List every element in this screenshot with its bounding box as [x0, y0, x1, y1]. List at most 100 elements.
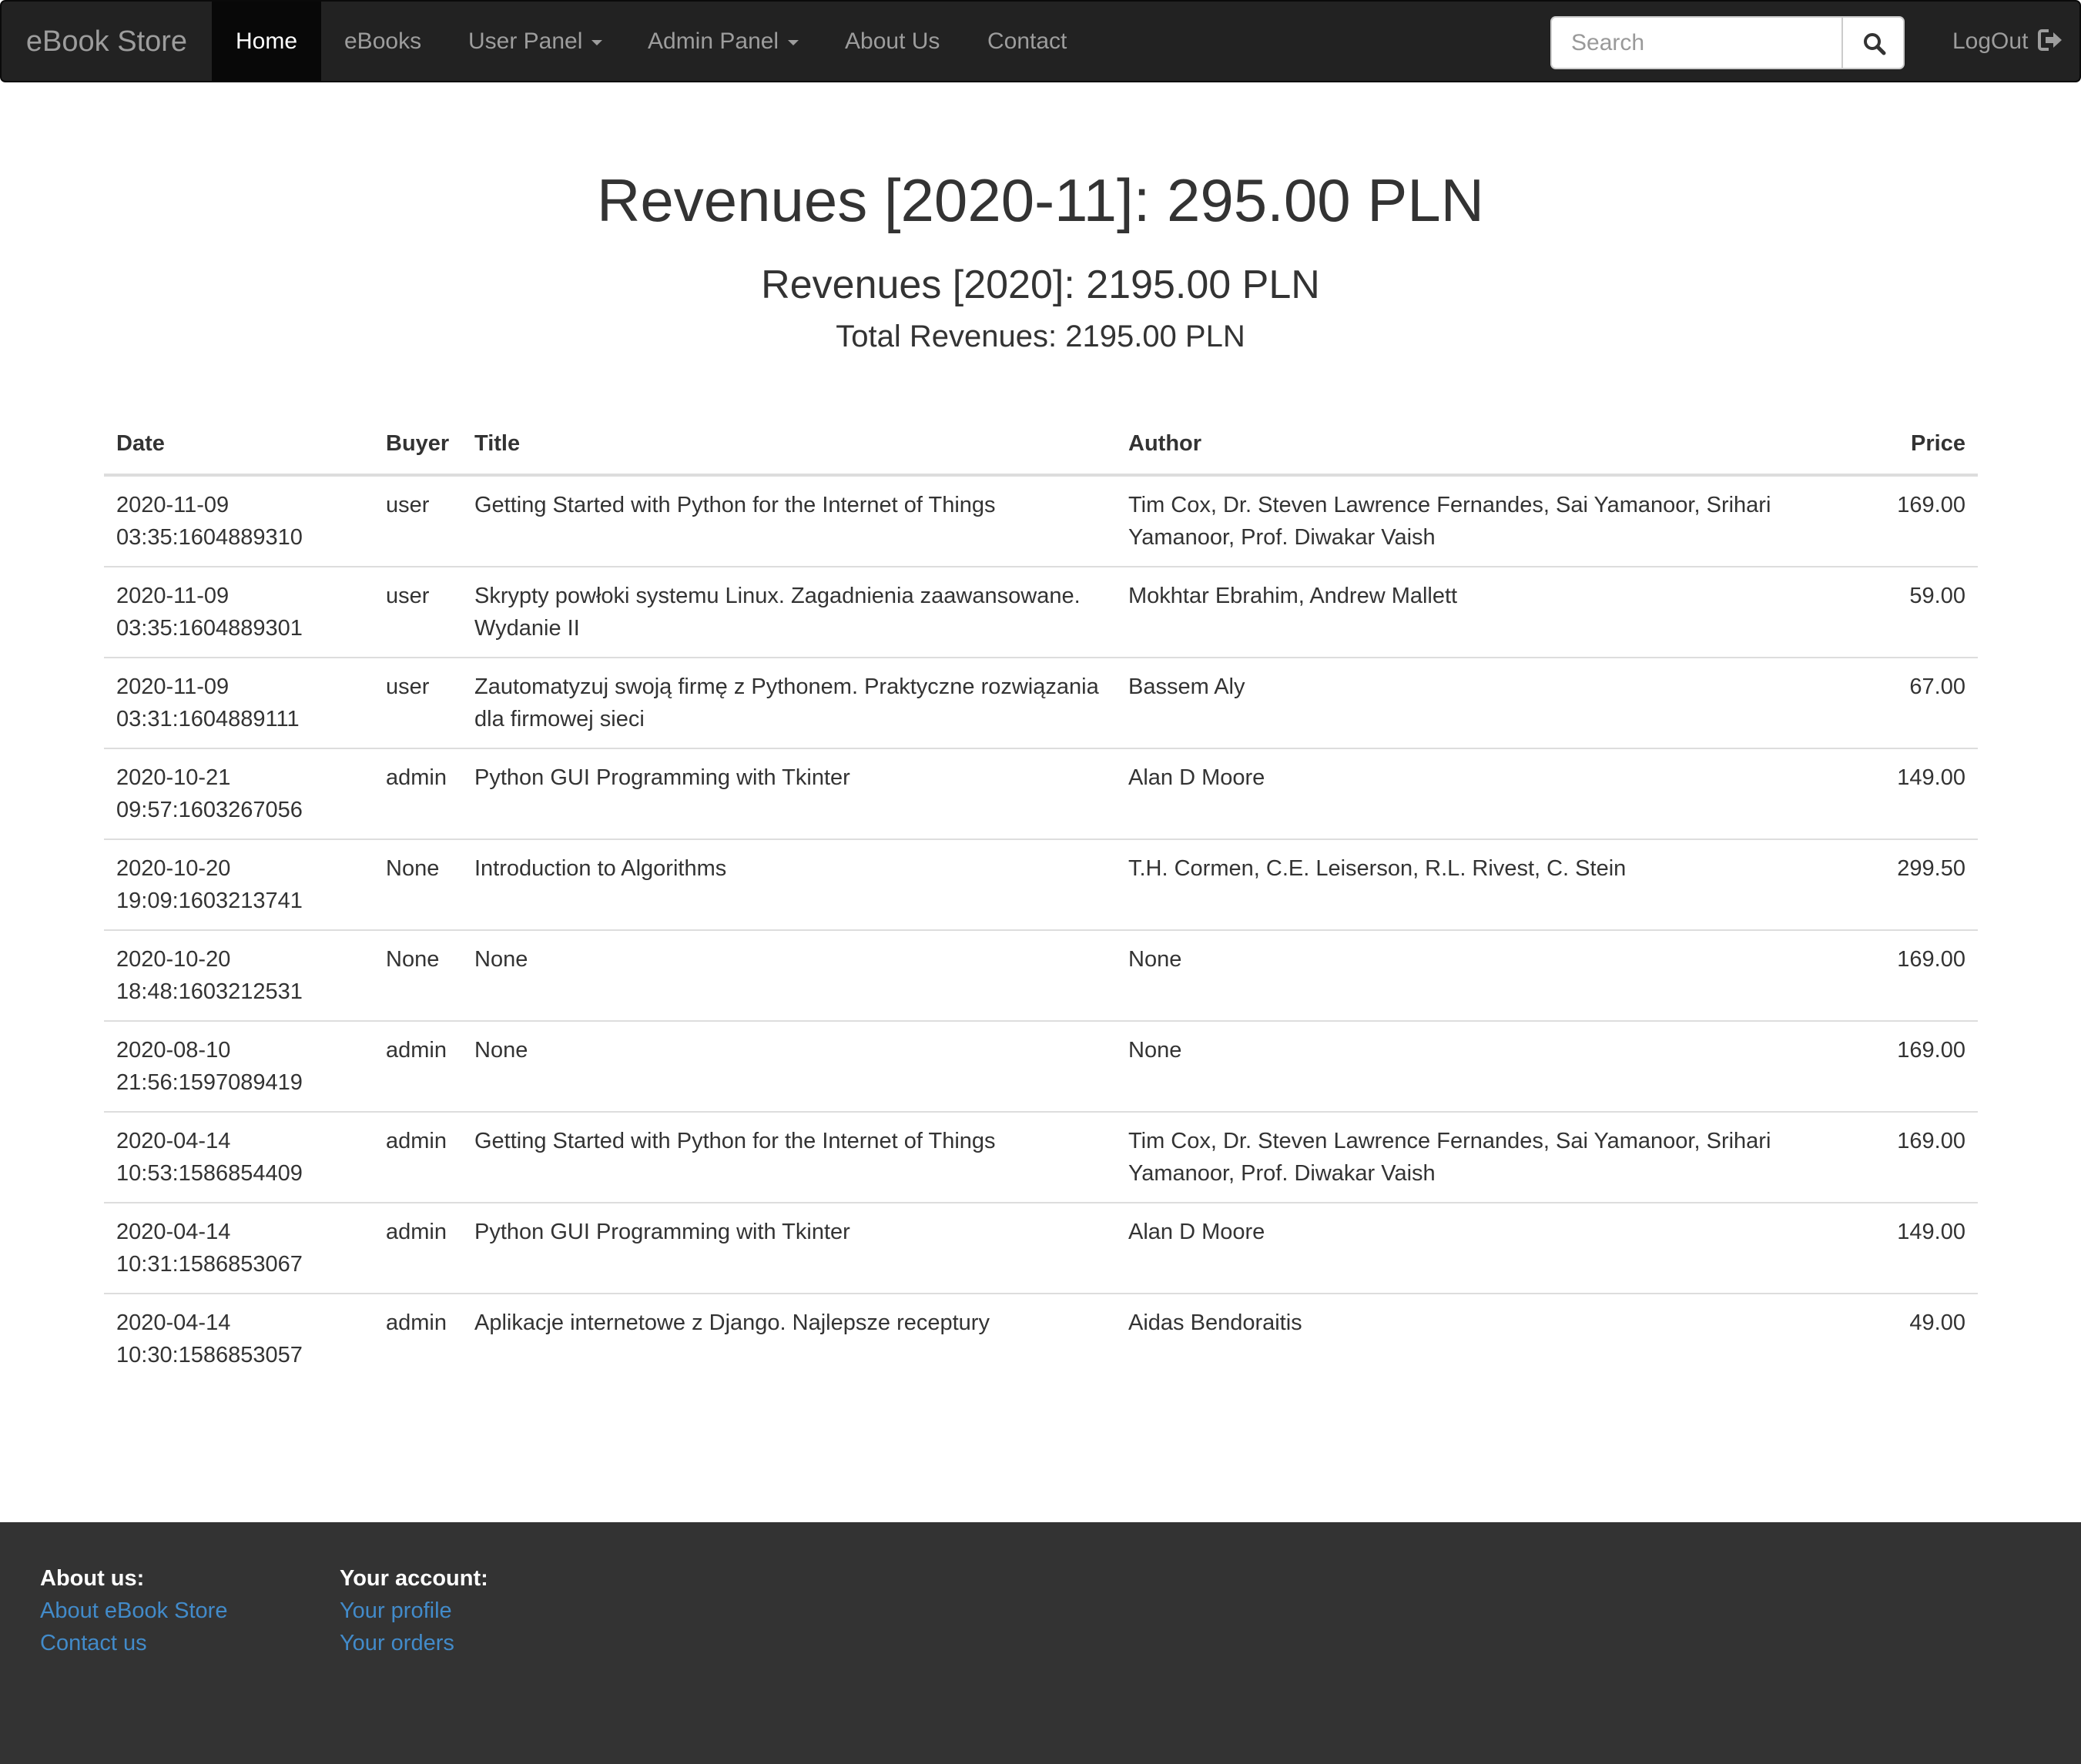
table-row: 2020-10-20 19:09:1603213741 None Introdu…	[104, 838, 1978, 930]
cell-price: 169.00	[1862, 929, 1978, 1021]
cell-date: 2020-11-09 03:31:1604889111	[104, 657, 374, 748]
table-row: 2020-11-09 03:35:1604889301 user Skrypty…	[104, 566, 1978, 658]
logout-label: LogOut	[1952, 28, 2029, 54]
nav-contact-label: Contact	[987, 28, 1067, 54]
total-revenue-heading: Total Revenues: 2195.00 PLN	[836, 320, 1245, 353]
cell-author: None	[1116, 1020, 1862, 1112]
caret-down-icon	[788, 39, 799, 45]
footer-link-your-profile[interactable]: Your profile	[340, 1595, 488, 1627]
cell-price: 169.00	[1862, 1111, 1978, 1203]
cell-price: 299.50	[1862, 838, 1978, 930]
cell-author: T.H. Cormen, C.E. Leiserson, R.L. Rivest…	[1116, 838, 1862, 930]
logout-link[interactable]: LogOut	[1952, 2, 2063, 82]
cell-buyer: admin	[374, 1020, 462, 1112]
cell-buyer: admin	[374, 1202, 462, 1294]
cell-buyer: user	[386, 493, 430, 517]
table-row: 2020-10-21 09:57:1603267056 admin Python…	[104, 748, 1978, 839]
table-row: 2020-08-10 21:56:1597089419 admin None N…	[104, 1020, 1978, 1112]
cell-date: 2020-04-14 10:31:1586853067	[104, 1202, 374, 1294]
cell-buyer: None	[374, 929, 462, 1021]
table-row: 2020-04-14 10:53:1586854409 admin Gettin…	[104, 1111, 1978, 1203]
nav-ebooks[interactable]: eBooks	[344, 2, 421, 82]
cell-title: Python GUI Programming with Tkinter	[462, 748, 1116, 839]
brand-link[interactable]: eBook Store	[2, 2, 212, 82]
search-icon	[1864, 33, 1886, 55]
revenues-table: Date Buyer Title Author Price 2020-11-09…	[104, 413, 1978, 1384]
cell-title: None	[462, 929, 1116, 1021]
nav-user-panel-label: User Panel	[468, 28, 583, 54]
table-row: 2020-11-09 03:35:1604889310 user Getting…	[104, 475, 1978, 567]
cell-date: 2020-04-14 10:53:1586854409	[104, 1111, 374, 1203]
cell-price: 49.00	[1862, 1293, 1978, 1384]
cell-buyer: admin	[374, 748, 462, 839]
cell-title: Aplikacje internetowe z Django. Najlepsz…	[462, 1293, 1116, 1384]
table-row: 2020-11-09 03:31:1604889111 user Zautoma…	[104, 657, 1978, 748]
table-row: 2020-04-14 10:31:1586853067 admin Python…	[104, 1202, 1978, 1294]
cell-buyer: admin	[374, 1293, 462, 1384]
cell-date: 2020-11-09 03:35:1604889310	[116, 493, 303, 550]
cell-price: 59.00	[1862, 566, 1978, 658]
cell-date: 2020-10-20 19:09:1603213741	[104, 838, 374, 930]
footer-about-heading: About us:	[40, 1566, 145, 1591]
cell-date: 2020-10-20 18:48:1603212531	[104, 929, 374, 1021]
column-header-price: Price	[1862, 413, 1978, 477]
cell-title: Zautomatyzuj swoją firmę z Pythonem. Pra…	[462, 657, 1116, 748]
cell-title: Python GUI Programming with Tkinter	[462, 1202, 1116, 1294]
cell-author: Alan D Moore	[1116, 748, 1862, 839]
footer-about-section: About us: About eBook Store Contact us	[40, 1562, 227, 1659]
column-header-buyer: Buyer	[374, 413, 462, 477]
footer-link-your-orders[interactable]: Your orders	[340, 1627, 488, 1659]
footer: About us: About eBook Store Contact us Y…	[0, 1522, 2081, 1764]
cell-price: 169.00	[1897, 493, 1965, 517]
cell-author: Aidas Bendoraitis	[1116, 1293, 1862, 1384]
cell-date: 2020-04-14 10:30:1586853057	[104, 1293, 374, 1384]
cell-author: Alan D Moore	[1116, 1202, 1862, 1294]
cell-author: Mokhtar Ebrahim, Andrew Mallett	[1116, 566, 1862, 658]
cell-buyer: user	[374, 566, 462, 658]
cell-date: 2020-11-09 03:35:1604889301	[104, 566, 374, 658]
cell-price: 169.00	[1862, 1020, 1978, 1112]
nav-user-panel-dropdown[interactable]: User Panel	[468, 2, 603, 82]
nav-admin-panel-label: Admin Panel	[648, 28, 779, 54]
column-header-date: Date	[104, 413, 374, 477]
cell-title: Getting Started with Python for the Inte…	[462, 1111, 1116, 1203]
cell-author: Tim Cox, Dr. Steven Lawrence Fernandes, …	[1116, 1111, 1862, 1203]
cell-title: Introduction to Algorithms	[462, 838, 1116, 930]
caret-down-icon	[591, 39, 603, 45]
cell-price: 67.00	[1862, 657, 1978, 748]
footer-link-about-store[interactable]: About eBook Store	[40, 1595, 227, 1627]
cell-buyer: admin	[374, 1111, 462, 1203]
nav-about-us-label: About Us	[845, 28, 940, 54]
cell-buyer: None	[374, 838, 462, 930]
year-revenue-heading: Revenues [2020]: 2195.00 PLN	[761, 263, 1320, 307]
nav-contact[interactable]: Contact	[987, 2, 1067, 82]
cell-author: Bassem Aly	[1116, 657, 1862, 748]
month-revenue-heading: Revenues [2020-11]: 295.00 PLN	[596, 166, 1485, 234]
footer-link-contact-us[interactable]: Contact us	[40, 1627, 227, 1659]
page: eBook Store Home eBooks User Panel Admin…	[0, 0, 2081, 1764]
cell-author: Tim Cox, Dr. Steven Lawrence Fernandes, …	[1128, 493, 1771, 550]
column-header-title: Title	[462, 413, 1116, 477]
cell-buyer: user	[374, 657, 462, 748]
table-header-row: Date Buyer Title Author Price	[104, 413, 1978, 477]
cell-author: None	[1116, 929, 1862, 1021]
top-navbar: eBook Store Home eBooks User Panel Admin…	[0, 0, 2081, 82]
nav-home[interactable]: Home	[212, 2, 321, 82]
logout-icon	[2037, 29, 2062, 52]
cell-title: Skrypty powłoki systemu Linux. Zagadnien…	[462, 566, 1116, 658]
nav-admin-panel-dropdown[interactable]: Admin Panel	[648, 2, 799, 82]
search-button[interactable]	[1841, 16, 1905, 69]
footer-account-heading: Your account:	[340, 1566, 488, 1591]
table-row: 2020-04-14 10:30:1586853057 admin Aplika…	[104, 1293, 1978, 1384]
nav-home-label: Home	[235, 28, 298, 54]
table-row: 2020-10-20 18:48:1603212531 None None No…	[104, 929, 1978, 1021]
cell-title: None	[462, 1020, 1116, 1112]
cell-date: 2020-08-10 21:56:1597089419	[104, 1020, 374, 1112]
nav-ebooks-label: eBooks	[344, 28, 422, 54]
nav-about-us[interactable]: About Us	[845, 2, 940, 82]
column-header-author: Author	[1116, 413, 1862, 477]
cell-title: Getting Started with Python for the Inte…	[474, 493, 996, 517]
search-input[interactable]	[1550, 16, 1842, 69]
cell-price: 149.00	[1862, 1202, 1978, 1294]
cell-price: 149.00	[1862, 748, 1978, 839]
